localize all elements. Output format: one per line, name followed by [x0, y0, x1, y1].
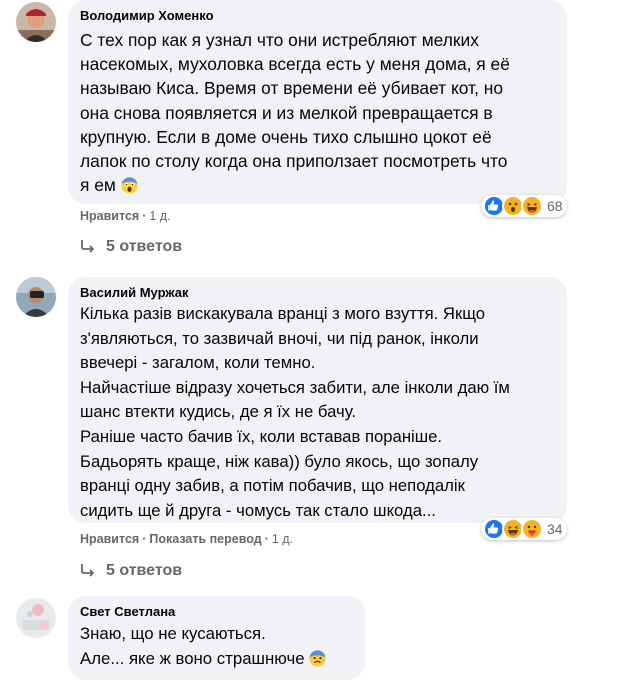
like-link[interactable]: Нравится: [80, 532, 139, 546]
avatar[interactable]: [16, 277, 56, 317]
reaction-summary[interactable]: 68: [481, 195, 567, 217]
comment-author[interactable]: Василий Муржак: [80, 285, 188, 300]
reaction-count: 68: [547, 198, 563, 214]
care-reaction-icon: [521, 518, 543, 540]
screaming-face-icon: [121, 176, 138, 194]
show-translation-link[interactable]: Показать перевод: [149, 532, 261, 546]
comment-time[interactable]: 1 д.: [149, 209, 170, 223]
avatar[interactable]: [16, 598, 56, 638]
comment-author[interactable]: Свет Светлана: [80, 604, 175, 619]
reaction-summary[interactable]: 34: [481, 518, 567, 540]
view-replies-link[interactable]: 5 ответов: [80, 238, 182, 256]
comment-bubble: Свет Светлана Знаю, що не кусаються. Але…: [68, 596, 365, 680]
comment-time[interactable]: 1 д.: [272, 532, 293, 546]
haha-reaction-icon: [521, 195, 543, 217]
fearful-face-icon: [309, 649, 326, 667]
comment-text: Кілька разів вискакувала вранці з мого в…: [80, 304, 510, 520]
comment-meta: Нравится · Показать перевод · 1 д.: [80, 532, 294, 546]
comment-bubble: Володимир Хоменко С тех пор как я узнал …: [68, 0, 567, 204]
reply-arrow-icon: [81, 564, 95, 577]
comment-bubble: Василий Муржак Кілька разів вискакувала …: [68, 277, 567, 523]
reply-arrow-icon: [81, 240, 95, 253]
view-replies-link[interactable]: 5 ответов: [80, 562, 182, 580]
comment-meta: Нравится · 1 д.: [80, 209, 171, 223]
comment-author[interactable]: Володимир Хоменко: [80, 8, 214, 23]
comment-text: С тех пор как я узнал что они истребляют…: [80, 30, 510, 196]
comment-text: Знаю, що не кусаються. Але... яке ж воно…: [80, 622, 326, 671]
reaction-count: 34: [547, 521, 563, 537]
like-link[interactable]: Нравится: [80, 209, 139, 223]
avatar[interactable]: [16, 2, 56, 42]
